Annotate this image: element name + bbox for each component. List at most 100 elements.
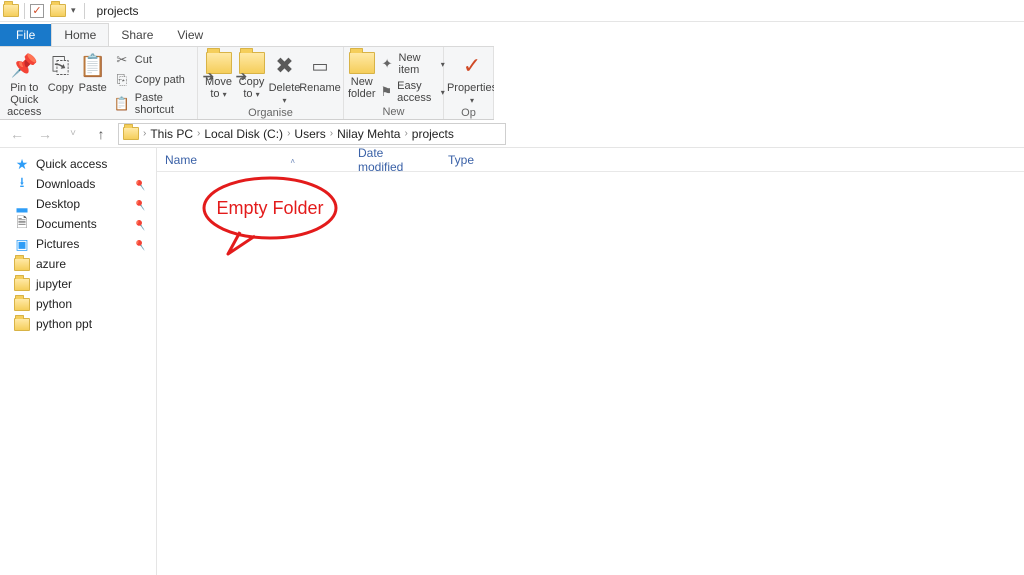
- new-item-icon: ✦: [381, 56, 394, 72]
- delete-button[interactable]: ✖ Delete ▾: [268, 50, 301, 107]
- breadcrumb[interactable]: Users: [294, 127, 325, 141]
- easy-access-icon: ⚑: [381, 84, 393, 100]
- forward-button[interactable]: →: [34, 123, 56, 145]
- cut-button[interactable]: ✂ Cut: [111, 50, 193, 70]
- tree-item-label: jupyter: [36, 277, 72, 291]
- new-folder-button[interactable]: New folder: [348, 50, 376, 100]
- paste-icon: 📋: [79, 52, 107, 80]
- copy-label: Copy: [48, 82, 74, 94]
- column-date[interactable]: Date modified: [350, 146, 440, 174]
- file-list-pane[interactable]: Name ˄ Date modified Type: [157, 148, 1024, 575]
- tab-share[interactable]: Share: [109, 24, 165, 46]
- breadcrumb-chevron-icon[interactable]: ›: [195, 128, 202, 139]
- navigation-bar: ← → ˅ ↑ › This PC › Local Disk (C:) › Us…: [0, 120, 1024, 148]
- breadcrumb[interactable]: Local Disk (C:): [204, 127, 283, 141]
- delete-icon: ✖: [271, 52, 299, 80]
- breadcrumb[interactable]: projects: [412, 127, 454, 141]
- new-item-label: New item: [399, 52, 436, 76]
- open-caption: Op: [444, 107, 493, 120]
- copy-icon: ⎘: [47, 52, 75, 80]
- move-to-icon: ➔: [206, 52, 232, 74]
- easy-access-label: Easy access: [397, 80, 436, 104]
- new-folder-icon: [349, 52, 375, 74]
- paste-shortcut-icon: 📋: [114, 96, 130, 112]
- copy-path-icon: ⎘: [114, 72, 130, 88]
- quick-access-header[interactable]: ★ Quick access: [4, 154, 152, 174]
- folder-icon: [14, 318, 30, 331]
- easy-access-button[interactable]: ⚑ Easy access ▾: [378, 78, 448, 106]
- new-folder-qat-icon[interactable]: [50, 4, 66, 17]
- pin-icon: 📍: [132, 234, 154, 255]
- folder-icon: [14, 278, 30, 291]
- pin-icon: 📍: [132, 194, 154, 215]
- document-icon: 🗎: [14, 216, 30, 232]
- ribbon-group-organise: ➔ Move to ▾ ➔ Copy to ▾ ✖ Delete ▾ ▭ Ren…: [198, 47, 344, 119]
- navigation-pane[interactable]: ★ Quick access ⭳Downloads📍▂Desktop📍🗎Docu…: [0, 148, 157, 575]
- properties-qat-icon[interactable]: ✓: [30, 4, 44, 18]
- tree-item[interactable]: ⭳Downloads📍: [4, 174, 152, 194]
- copy-to-button[interactable]: ➔ Copy to ▾: [235, 50, 268, 101]
- breadcrumb-chevron-icon[interactable]: ›: [402, 128, 409, 139]
- paste-shortcut-button[interactable]: 📋 Paste shortcut: [111, 90, 193, 118]
- new-small-buttons: ✦ New item ▾ ⚑ Easy access ▾: [376, 50, 448, 106]
- column-name[interactable]: Name ˄: [157, 153, 350, 167]
- quick-access-label: Quick access: [36, 157, 107, 171]
- properties-button[interactable]: ✓ Properties ▾: [448, 50, 494, 107]
- tree-item[interactable]: 🗎Documents📍: [4, 214, 152, 234]
- tree-item[interactable]: azure: [4, 254, 152, 274]
- picture-icon: ▣: [14, 236, 30, 252]
- up-button[interactable]: ↑: [90, 123, 112, 145]
- breadcrumb-chevron-icon[interactable]: ›: [141, 128, 148, 139]
- copy-to-icon: ➔: [239, 52, 265, 74]
- tab-view[interactable]: View: [165, 24, 215, 46]
- properties-label: Properties ▾: [447, 82, 494, 107]
- cut-icon: ✂: [114, 52, 130, 68]
- new-item-button[interactable]: ✦ New item ▾: [378, 50, 448, 78]
- ribbon-group-new: New folder ✦ New item ▾ ⚑ Easy access ▾ …: [344, 47, 444, 119]
- pin-icon: 📌: [10, 52, 38, 80]
- copy-button[interactable]: ⎘ Copy: [45, 50, 77, 94]
- tree-item[interactable]: ▣Pictures📍: [4, 234, 152, 254]
- paste-shortcut-label: Paste shortcut: [135, 92, 190, 116]
- tree-item[interactable]: ▂Desktop📍: [4, 194, 152, 214]
- ribbon-group-clipboard: 📌 Pin to Quick access ⎘ Copy 📋 Paste ✂ C…: [0, 47, 198, 119]
- breadcrumb[interactable]: Nilay Mehta: [337, 127, 400, 141]
- window-title: projects: [97, 4, 139, 18]
- folder-icon: [123, 127, 139, 140]
- paste-label: Paste: [79, 82, 107, 94]
- breadcrumb-chevron-icon[interactable]: ›: [328, 128, 335, 139]
- rename-button[interactable]: ▭ Rename: [301, 50, 339, 94]
- back-button[interactable]: ←: [6, 123, 28, 145]
- quick-access-toolbar: ✓ ▾: [0, 3, 91, 19]
- tab-home[interactable]: Home: [51, 23, 109, 46]
- pin-label: Pin to Quick access: [4, 82, 45, 118]
- recent-locations-button[interactable]: ˅: [62, 123, 84, 145]
- pin-to-quick-access-button[interactable]: 📌 Pin to Quick access: [4, 50, 45, 118]
- paste-button[interactable]: 📋 Paste: [77, 50, 109, 94]
- tree-item-label: Documents: [36, 217, 97, 231]
- clipboard-small-buttons: ✂ Cut ⎘ Copy path 📋 Paste shortcut: [109, 50, 193, 118]
- tree-item-label: Desktop: [36, 197, 80, 211]
- workspace: ★ Quick access ⭳Downloads📍▂Desktop📍🗎Docu…: [0, 148, 1024, 575]
- chevron-down-icon: ▾: [256, 90, 260, 99]
- qat-dropdown-icon[interactable]: ▾: [68, 5, 79, 16]
- tab-file[interactable]: File: [0, 24, 51, 46]
- folder-icon: [14, 298, 30, 311]
- pin-icon: 📍: [132, 174, 154, 195]
- tree-item-label: Downloads: [36, 177, 95, 191]
- new-folder-label: New folder: [348, 76, 376, 100]
- tree-item[interactable]: python ppt: [4, 314, 152, 334]
- title-bar: ✓ ▾ projects: [0, 0, 1024, 22]
- ribbon-tab-strip: File Home Share View: [0, 22, 1024, 46]
- move-to-button[interactable]: ➔ Move to ▾: [202, 50, 235, 101]
- folder-icon: [14, 258, 30, 271]
- address-bar[interactable]: › This PC › Local Disk (C:) › Users › Ni…: [118, 123, 506, 145]
- copy-path-button[interactable]: ⎘ Copy path: [111, 70, 193, 90]
- tree-item[interactable]: python: [4, 294, 152, 314]
- breadcrumb[interactable]: This PC: [150, 127, 193, 141]
- tree-item[interactable]: jupyter: [4, 274, 152, 294]
- star-icon: ★: [14, 156, 30, 172]
- breadcrumb-chevron-icon[interactable]: ›: [285, 128, 292, 139]
- column-type[interactable]: Type: [440, 153, 510, 167]
- folder-icon: [3, 4, 19, 17]
